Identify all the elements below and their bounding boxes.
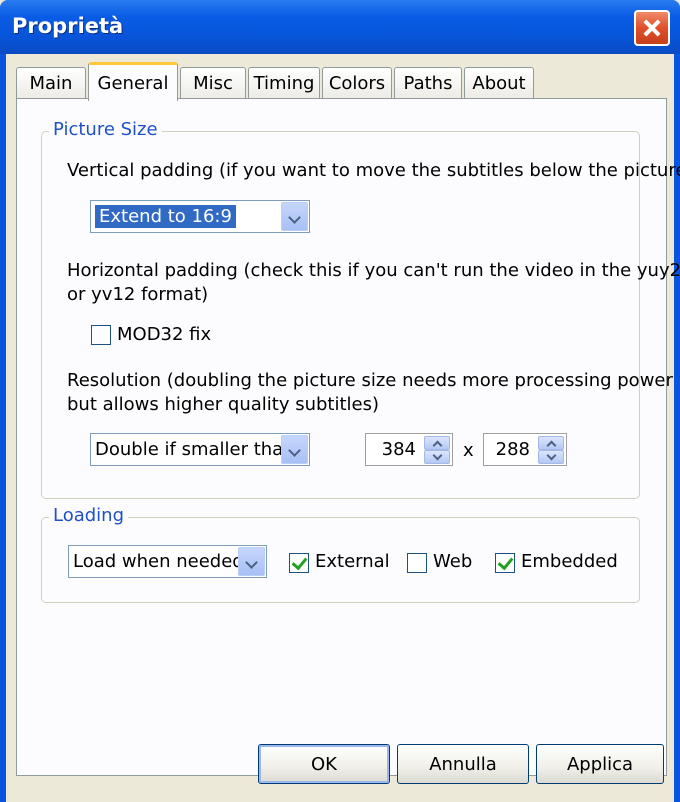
resolution-mode-value: Double if smaller than — [95, 439, 295, 460]
tab-about[interactable]: About — [464, 67, 534, 99]
tab-timing-label: Timing — [253, 73, 315, 94]
web-label: Web — [433, 551, 473, 572]
apply-button[interactable]: Applica — [536, 744, 664, 784]
dialog-window: Proprietà Main General Misc Timing Color… — [0, 0, 680, 802]
picture-size-title: Picture Size — [49, 119, 162, 140]
vertical-padding-select[interactable]: Extend to 16:9 — [90, 200, 310, 233]
height-value: 288 — [495, 439, 530, 460]
mod32-label: MOD32 fix — [117, 324, 212, 345]
tab-main-label: Main — [29, 73, 73, 94]
spin-up-icon[interactable] — [538, 436, 564, 450]
horizontal-padding-label: Horizontal padding (check this if you ca… — [67, 260, 680, 281]
size-separator: x — [463, 440, 474, 461]
embedded-label: Embedded — [521, 551, 618, 572]
cancel-button-label: Annulla — [429, 753, 497, 775]
tab-timing[interactable]: Timing — [248, 67, 320, 99]
external-label: External — [315, 551, 390, 572]
chevron-down-icon[interactable] — [281, 435, 308, 464]
vertical-padding-value: Extend to 16:9 — [95, 205, 236, 228]
web-checkbox[interactable] — [407, 553, 427, 573]
resolution-label-line2: but allows higher quality subtitles) — [67, 394, 380, 415]
chevron-down-icon[interactable] — [281, 202, 308, 231]
spin-down-icon[interactable] — [424, 450, 450, 464]
ok-button-label: OK — [311, 753, 337, 775]
chevron-down-icon[interactable] — [238, 547, 265, 576]
vertical-padding-label: Vertical padding (if you want to move th… — [67, 160, 680, 181]
loading-mode-value: Load when needed — [73, 551, 244, 572]
tab-colors-label: Colors — [328, 73, 386, 94]
embedded-checkbox[interactable] — [495, 553, 515, 573]
tab-general-label: General — [97, 72, 169, 94]
tab-main[interactable]: Main — [16, 67, 86, 99]
height-spinner[interactable]: 288 — [483, 433, 567, 466]
tab-about-label: About — [472, 73, 526, 94]
title-bar[interactable]: Proprietà — [0, 0, 680, 54]
tab-misc[interactable]: Misc — [180, 67, 246, 99]
tab-general[interactable]: General — [88, 62, 178, 101]
tab-colors[interactable]: Colors — [322, 67, 392, 99]
horizontal-padding-label-line2: or yv12 format) — [67, 284, 209, 305]
width-spinner[interactable]: 384 — [365, 433, 453, 466]
width-value: 384 — [381, 439, 416, 460]
spin-down-icon[interactable] — [538, 450, 564, 464]
loading-title: Loading — [49, 505, 129, 526]
tab-paths[interactable]: Paths — [394, 67, 462, 99]
tab-paths-label: Paths — [403, 73, 453, 94]
external-checkbox[interactable] — [289, 553, 309, 573]
loading-mode-select[interactable]: Load when needed — [68, 545, 267, 578]
cancel-button[interactable]: Annulla — [397, 744, 529, 784]
tab-misc-label: Misc — [193, 73, 233, 94]
ok-button[interactable]: OK — [258, 744, 390, 784]
apply-button-label: Applica — [566, 753, 634, 775]
mod32-checkbox[interactable] — [91, 325, 111, 345]
spin-up-icon[interactable] — [424, 436, 450, 450]
dialog-client: Main General Misc Timing Colors Paths Ab… — [6, 54, 680, 802]
window-title: Proprietà — [12, 14, 124, 38]
resolution-mode-select[interactable]: Double if smaller than — [90, 433, 310, 466]
tab-panel-general: Picture Size Vertical padding (if you wa… — [16, 98, 680, 776]
close-icon[interactable] — [634, 10, 670, 46]
resolution-label: Resolution (doubling the picture size ne… — [67, 370, 673, 391]
